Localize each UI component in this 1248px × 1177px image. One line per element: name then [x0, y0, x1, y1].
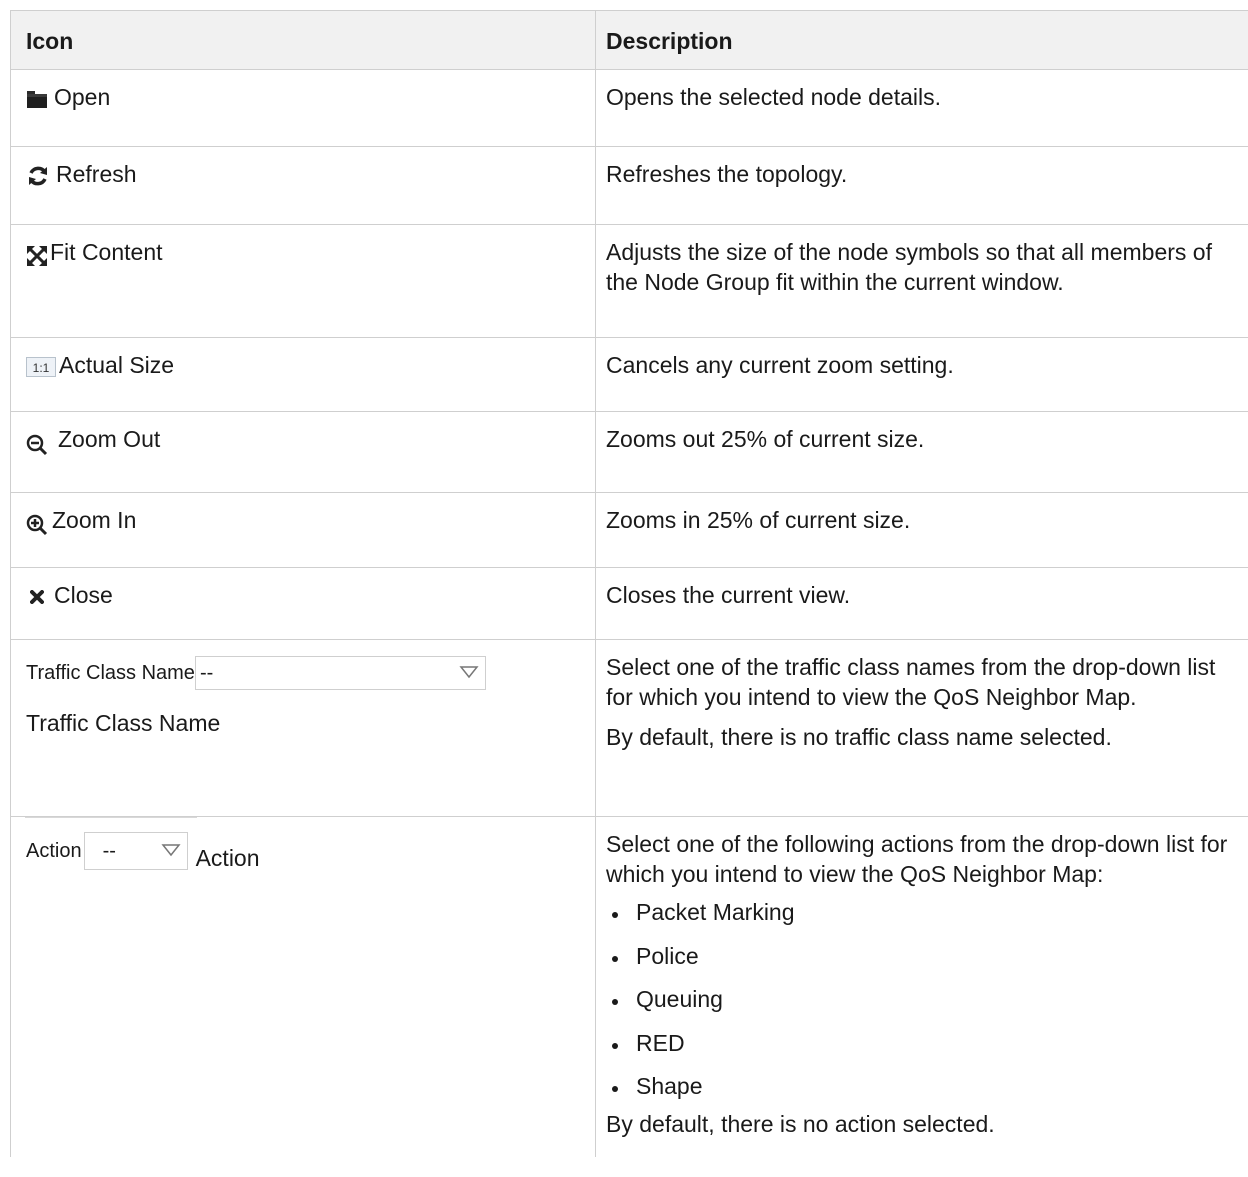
folder-icon [26, 89, 48, 109]
action-combo-label: Action [26, 840, 82, 862]
table-row-action: Action -- Action Select one of the follo… [10, 817, 1248, 1157]
close-description: Closes the current view. [606, 582, 851, 608]
traffic-class-combo-label: Traffic Class Name [26, 662, 195, 684]
action-label: Action [195, 845, 260, 871]
table-row-open: Open Opens the selected node details. [10, 70, 1248, 147]
refresh-description: Refreshes the topology. [606, 161, 848, 187]
traffic-class-default-note: By default, there is no traffic class na… [606, 724, 1112, 750]
close-icon [30, 589, 44, 604]
action-options-list: Packet Marking Police Queuing RED Shape [606, 897, 1240, 1115]
close-label: Close [54, 582, 113, 608]
list-item: Queuing [606, 984, 1240, 1028]
list-item: Shape [606, 1071, 1240, 1115]
actual-size-icon: 1:1 [26, 356, 56, 378]
action-description: Select one of the following actions from… [606, 831, 1228, 887]
actual-size-label: Actual Size [59, 352, 175, 378]
zoom-in-description: Zooms in 25% of current size. [606, 507, 911, 533]
traffic-class-label: Traffic Class Name [26, 710, 221, 736]
table-row-zoom-in: Zoom In Zooms in 25% of current size. [10, 493, 1248, 568]
open-description: Opens the selected node details. [606, 84, 942, 110]
actual-size-description: Cancels any current zoom setting. [606, 352, 954, 378]
zoom-out-description: Zooms out 25% of current size. [606, 426, 925, 452]
actual-size-icon-text: 1:1 [33, 361, 50, 375]
header-icon: Icon [10, 11, 596, 69]
action-dropdown-value: -- [102, 840, 116, 862]
refresh-icon [26, 164, 50, 188]
list-item: Police [606, 941, 1240, 985]
traffic-class-dropdown-value: -- [199, 662, 214, 684]
refresh-label: Refresh [56, 161, 137, 187]
fit-content-description: Adjusts the size of the node symbols so … [606, 239, 1212, 295]
traffic-class-dropdown[interactable]: -- [194, 656, 486, 690]
divider [25, 817, 197, 818]
list-item: RED [606, 1028, 1240, 1072]
dropdown-triangle-icon [459, 658, 479, 688]
header-description: Description [606, 28, 733, 54]
open-label: Open [54, 84, 111, 110]
table-header-row: Icon Description [10, 10, 1248, 70]
action-dropdown[interactable]: -- [83, 832, 188, 870]
table-row-actual-size: 1:1 Actual Size Cancels any current zoom… [10, 338, 1248, 412]
zoom-in-label: Zoom In [52, 507, 137, 533]
traffic-class-description: Select one of the traffic class names fr… [606, 654, 1216, 710]
fit-content-icon [26, 245, 48, 267]
toolbar-icons-table: Icon Description Open Opens the selected… [10, 10, 1248, 1157]
table-row-traffic-class: Traffic Class Name -- Traffic Class Name… [10, 640, 1248, 817]
zoom-in-icon [26, 514, 48, 536]
zoom-out-label: Zoom Out [58, 426, 161, 452]
dropdown-triangle-icon [161, 836, 181, 866]
table-row-zoom-out: Zoom Out Zooms out 25% of current size. [10, 412, 1248, 493]
fit-content-label: Fit Content [50, 239, 163, 265]
table-row-refresh: Refresh Refreshes the topology. [10, 147, 1248, 225]
list-item: Packet Marking [606, 897, 1240, 941]
table-row-fit-content: Fit Content Adjusts the size of the node… [10, 225, 1248, 338]
table-row-close: Close Closes the current view. [10, 568, 1248, 640]
zoom-out-icon [26, 434, 48, 456]
